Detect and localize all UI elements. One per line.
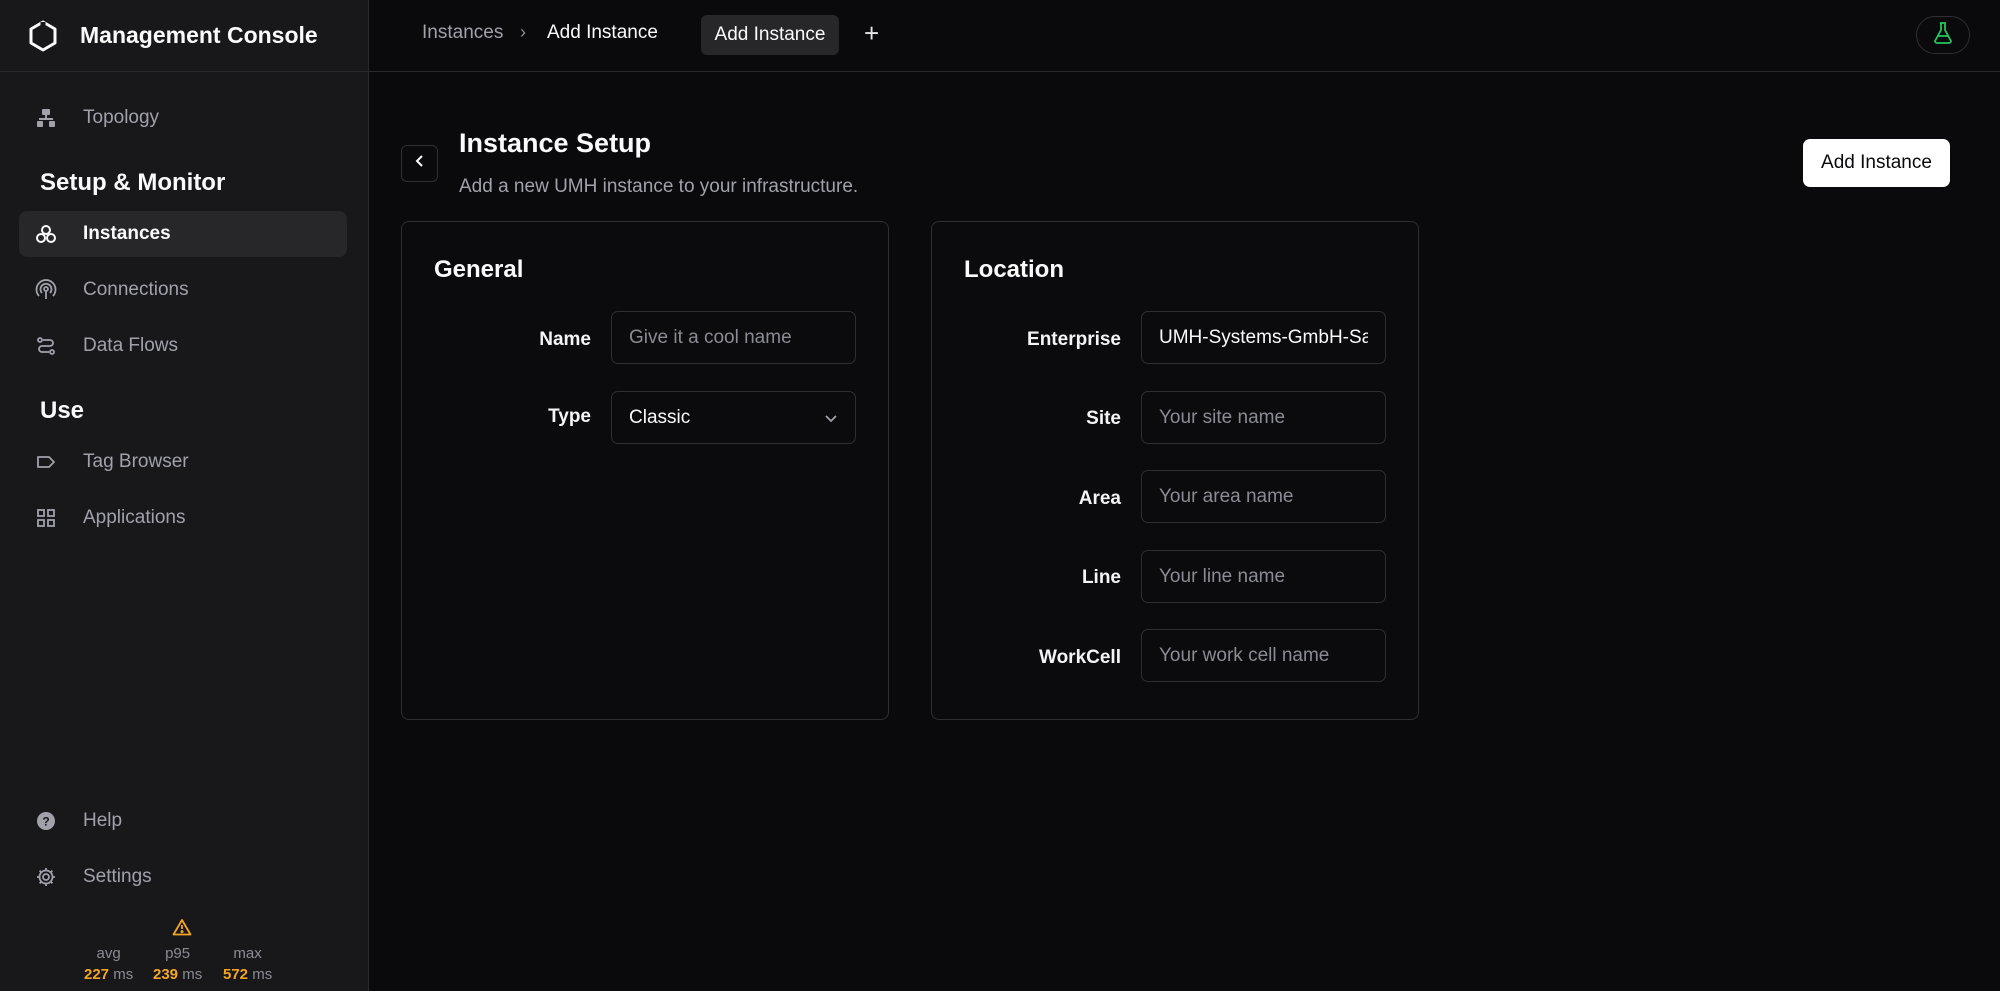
area-input[interactable] [1141, 470, 1386, 523]
latency-avg: avg 227 ms [84, 945, 134, 983]
lab-button[interactable] [1916, 16, 1970, 54]
site-input[interactable] [1141, 391, 1386, 444]
sidebar-item-connections[interactable]: Connections [19, 267, 347, 313]
area-label: Area [1078, 488, 1121, 509]
location-card-title: Location [964, 256, 1064, 283]
instances-icon [35, 223, 57, 245]
name-input[interactable] [611, 311, 856, 364]
chevron-left-icon [414, 154, 426, 173]
type-select-value: Classic [629, 406, 691, 428]
sidebar: Management Console Topology Setup & Moni… [0, 0, 369, 991]
sidebar-item-settings[interactable]: Settings [19, 854, 347, 900]
enterprise-input[interactable] [1141, 311, 1386, 364]
workcell-label: WorkCell [1038, 647, 1121, 668]
sidebar-item-instances[interactable]: Instances [19, 211, 347, 257]
sidebar-item-label: Help [83, 810, 123, 831]
brand[interactable]: Management Console [0, 0, 369, 72]
gear-icon [35, 866, 57, 888]
tag-icon [35, 451, 57, 473]
breadcrumb-instances[interactable]: Instances [422, 22, 503, 44]
sidebar-item-label: Data Flows [83, 335, 179, 356]
section-use: Use [40, 397, 85, 424]
grid-icon [35, 507, 57, 529]
topbar: Instances › Add Instance Add Instance + [369, 0, 2000, 72]
sidebar-item-data-flows[interactable]: Data Flows [19, 323, 347, 369]
back-button[interactable] [401, 145, 438, 182]
sidebar-item-help[interactable]: ? Help [19, 798, 347, 844]
section-setup-monitor: Setup & Monitor [40, 169, 226, 196]
sidebar-item-label: Topology [83, 107, 160, 128]
type-label: Type [548, 406, 591, 427]
line-input[interactable] [1141, 550, 1386, 603]
sidebar-item-label: Applications [83, 507, 186, 528]
sidebar-item-label: Instances [83, 223, 171, 244]
data-flows-icon [35, 335, 57, 357]
general-card-title: General [434, 256, 524, 283]
name-label: Name [539, 329, 591, 350]
page-subtitle: Add a new UMH instance to your infrastru… [459, 176, 859, 197]
flask-icon [1932, 21, 1954, 50]
latency-p95: p95 239 ms [153, 945, 203, 983]
app-title: Management Console [80, 22, 318, 48]
latency-stats: avg 227 ms p95 239 ms max 572 ms [80, 918, 290, 988]
type-select[interactable]: Classic [611, 391, 856, 444]
breadcrumb-add-instance: Add Instance [547, 22, 658, 43]
line-label: Line [1081, 567, 1121, 588]
logo-icon [28, 19, 58, 53]
enterprise-label: Enterprise [1027, 329, 1121, 350]
general-card: General Name Type Classic [401, 221, 889, 720]
app-root: Management Console Topology Setup & Moni… [0, 0, 2000, 991]
help-icon: ? [35, 810, 57, 832]
location-card: Location Enterprise Site Area Line WorkC… [931, 221, 1419, 720]
add-tab-button[interactable]: + [864, 18, 879, 49]
tab-add-instance[interactable]: Add Instance [701, 15, 839, 55]
sidebar-item-tag-browser[interactable]: Tag Browser [19, 439, 347, 485]
page-title: Instance Setup [459, 128, 652, 158]
workcell-input[interactable] [1141, 629, 1386, 682]
warning-icon [172, 918, 192, 936]
sidebar-item-topology[interactable]: Topology [19, 95, 347, 141]
connections-icon [35, 279, 57, 301]
topology-icon [35, 107, 57, 129]
latency-max: max 572 ms [223, 945, 273, 983]
svg-text:?: ? [42, 815, 49, 829]
sidebar-item-applications[interactable]: Applications [19, 495, 347, 541]
site-label: Site [1086, 408, 1121, 429]
sidebar-item-label: Settings [83, 866, 152, 887]
chevron-down-icon [824, 407, 838, 429]
add-instance-button[interactable]: Add Instance [1803, 139, 1950, 187]
chevron-right-icon: › [520, 22, 526, 42]
sidebar-item-label: Connections [83, 279, 189, 300]
sidebar-item-label: Tag Browser [83, 451, 189, 472]
